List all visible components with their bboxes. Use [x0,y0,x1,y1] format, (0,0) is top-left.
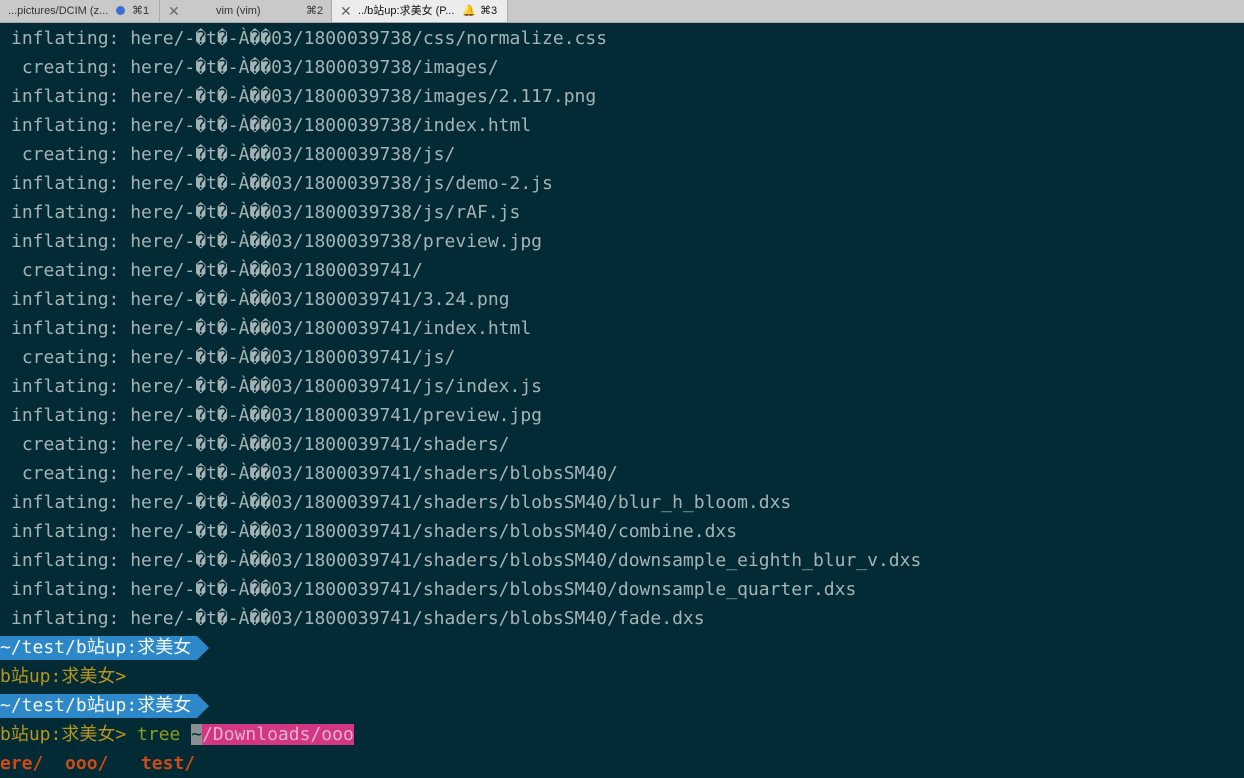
output-line: inflating: here/-�t�-À��03/1800039738/cs… [11,28,608,49]
output-line: creating: here/-�t�-À��03/1800039741/js/ [11,347,456,368]
tree-item: ere/ [0,753,44,774]
tab-title: ...pictures/DCIM (z... [8,5,109,17]
output-line: inflating: here/-�t�-À��03/1800039741/in… [11,318,532,339]
tree-item: test/ [140,753,196,774]
tab-shortcut: ⌘1 [132,5,150,17]
tab-title: vim (vim) [216,5,261,17]
tab-title: ../b站up:求美女 (P... [358,5,455,17]
output-line: inflating: here/-�t�-À��03/1800039738/pr… [11,231,543,252]
prompt-path-segment: ~/test/b站up:求美女 [0,694,210,718]
close-icon[interactable]: ✕ [340,0,352,22]
tab-shortcut: ⌘3 [480,5,498,17]
tab-2[interactable]: ✕ vim (vim) ⌘2 [160,0,332,22]
output-line: inflating: here/-�t�-À��03/1800039738/js… [11,202,521,223]
prompt-text: b站up:求美女> [0,724,127,745]
tab-shortcut: ⌘2 [306,5,324,17]
output-line: creating: here/-�t�-À��03/1800039738/ima… [11,57,499,78]
close-icon[interactable]: ✕ [168,0,180,22]
terminal[interactable]: inflating: here/-�t�-À��03/1800039738/cs… [0,24,1244,777]
output-line: inflating: here/-�t�-À��03/1800039741/js… [11,376,543,397]
output-line: creating: here/-�t�-À��03/1800039741/ [11,260,423,281]
command-text: tree [137,724,181,745]
output-line: inflating: here/-�t�-À��03/1800039741/sh… [11,579,857,600]
prompt-path-segment: ~/test/b站up:求美女 [0,636,210,660]
output-line: creating: here/-�t�-À��03/1800039738/js/ [11,144,456,165]
output-line: inflating: here/-�t�-À��03/1800039738/js… [11,173,553,194]
tree-item: ooo/ [65,753,109,774]
output-line: inflating: here/-�t�-À��03/1800039741/sh… [11,521,738,542]
output-line: inflating: here/-�t�-À��03/1800039741/sh… [11,608,705,629]
output-line: inflating: here/-�t�-À��03/1800039741/sh… [11,492,792,513]
output-line: inflating: here/-�t�-À��03/1800039738/im… [11,86,597,107]
command-line[interactable]: b站up:求美女> tree ~/Downloads/ooo [0,720,354,749]
output-line: creating: here/-�t�-À��03/1800039741/sha… [11,434,510,455]
tab-1[interactable]: ...pictures/DCIM (z... ⌘1 [0,0,160,22]
output-line: inflating: here/-�t�-À��03/1800039741/pr… [11,405,543,426]
output-line: inflating: here/-�t�-À��03/1800039741/3.… [11,289,510,310]
prompt-line: b站up:求美女> [0,666,127,687]
output-line: creating: here/-�t�-À��03/1800039741/sha… [11,463,618,484]
bell-icon: 🔔 [462,5,476,17]
tab-3-active[interactable]: ✕ ../b站up:求美女 (P... 🔔 ⌘3 [332,0,508,22]
autosuggestion: /Downloads/ooo [202,724,354,745]
tree-output: ere/ ooo/ test/ [0,749,195,778]
activity-dot-icon [116,6,125,15]
output-line: inflating: here/-�t�-À��03/1800039738/in… [11,115,532,136]
text-cursor: ~ [191,724,203,745]
output-line: inflating: here/-�t�-À��03/1800039741/sh… [11,550,922,571]
tab-bar: ...pictures/DCIM (z... ⌘1 ✕ vim (vim) ⌘2… [0,0,1244,23]
